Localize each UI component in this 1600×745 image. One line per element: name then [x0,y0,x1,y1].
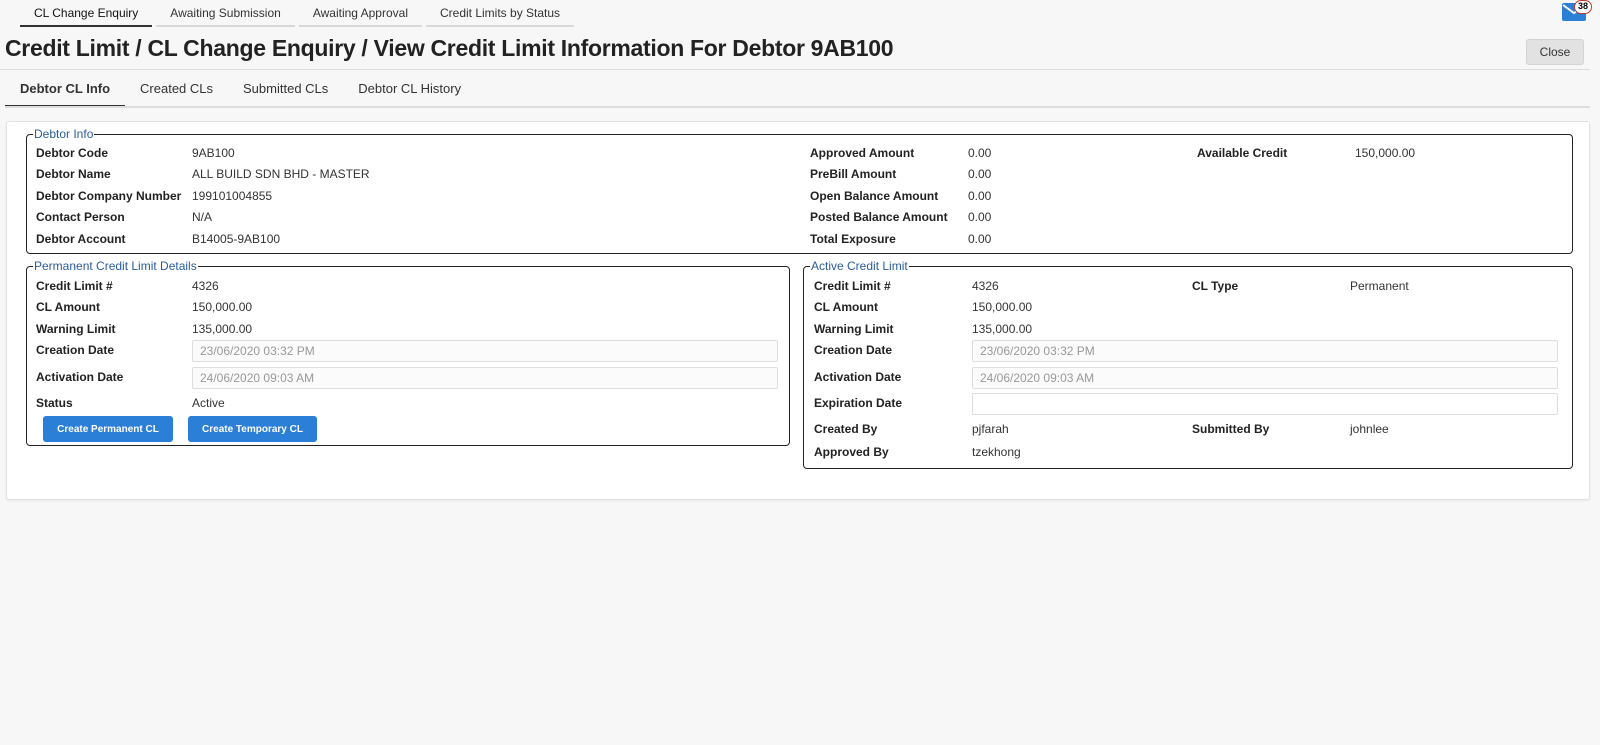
active-warning-limit-label: Warning Limit [814,322,894,336]
active-cl-type-value: Permanent [1350,279,1409,293]
active-submitted-by-value: johnlee [1350,422,1389,436]
permanent-cl-legend: Permanent Credit Limit Details [34,259,197,273]
tab-created-cls[interactable]: Created CLs [125,75,228,107]
contact-person-label: Contact Person [36,210,125,224]
perm-creation-date-field: 23/06/2020 03:32 PM [192,340,778,362]
tab-cl-change-enquiry[interactable]: CL Change Enquiry [20,2,153,27]
tab-awaiting-approval[interactable]: Awaiting Approval [298,2,422,27]
perm-credit-limit-no-label: Credit Limit # [36,279,113,293]
debtor-account-value: B14005-9AB100 [192,232,281,246]
perm-activation-date-label: Activation Date [36,370,124,384]
sub-tab-divider [5,106,1590,108]
tab-submitted-cls[interactable]: Submitted CLs [228,75,343,107]
tab-awaiting-submission[interactable]: Awaiting Submission [156,2,295,27]
active-cl-amount-value: 150,000.00 [972,300,1033,314]
debtor-info-legend: Debtor Info [34,127,94,141]
perm-status-value: Active [192,396,225,410]
prebill-amount-value: 0.00 [968,167,992,181]
create-permanent-cl-button[interactable]: Create Permanent CL [43,416,173,442]
company-number-label: Debtor Company Number [36,189,182,203]
create-temporary-cl-button[interactable]: Create Temporary CL [188,416,317,442]
available-credit-value: 150,000.00 [1355,146,1416,160]
active-activation-date-label: Activation Date [814,370,902,384]
perm-creation-date-label: Creation Date [36,343,115,357]
active-credit-limit-no-value: 4326 [972,279,999,293]
active-submitted-by-label: Submitted By [1192,422,1270,436]
active-created-by-value: pjfarah [972,422,1009,436]
perm-status-label: Status [36,396,73,410]
active-approved-by-label: Approved By [814,445,889,459]
close-button[interactable]: Close [1526,39,1584,65]
debtor-code-label: Debtor Code [36,146,108,160]
perm-cl-amount-value: 150,000.00 [192,300,253,314]
debtor-account-label: Debtor Account [36,232,126,246]
perm-warning-limit-value: 135,000.00 [192,322,253,336]
perm-activation-date-field: 24/06/2020 09:03 AM [192,367,778,389]
active-warning-limit-value: 135,000.00 [972,322,1033,336]
debtor-code-value: 9AB100 [192,146,235,160]
tab-credit-limits-by-status[interactable]: Credit Limits by Status [426,2,575,27]
perm-warning-limit-label: Warning Limit [36,322,116,336]
sub-tab-bar: Debtor CL Info Created CLs Submitted CLs… [5,75,476,107]
active-approved-by-value: tzekhong [972,445,1021,459]
approved-amount-label: Approved Amount [810,146,915,160]
perm-credit-limit-no-value: 4326 [192,279,219,293]
perm-cl-amount-label: CL Amount [36,300,100,314]
page-title: Credit Limit / CL Change Enquiry / View … [5,35,894,61]
title-divider [0,69,1590,70]
active-expiration-date-label: Expiration Date [814,396,903,410]
debtor-name-value: ALL BUILD SDN BHD - MASTER [192,167,370,181]
posted-balance-value: 0.00 [968,210,992,224]
active-activation-date-field: 24/06/2020 09:03 AM [972,367,1558,389]
tab-debtor-cl-history[interactable]: Debtor CL History [343,75,476,107]
active-creation-date-label: Creation Date [814,343,893,357]
contact-person-value: N/A [192,210,213,224]
active-cl-legend: Active Credit Limit [811,259,908,273]
active-cl-section: Active Credit Limit [803,259,1573,469]
total-exposure-label: Total Exposure [810,232,896,246]
total-exposure-value: 0.00 [968,232,992,246]
debtor-name-label: Debtor Name [36,167,111,181]
approved-amount-value: 0.00 [968,146,992,160]
open-balance-label: Open Balance Amount [810,189,939,203]
top-tab-bar: CL Change Enquiry Awaiting Submission Aw… [20,2,578,27]
active-credit-limit-no-label: Credit Limit # [814,279,891,293]
active-created-by-label: Created By [814,422,878,436]
active-expiration-date-field [972,393,1558,415]
tab-debtor-cl-info[interactable]: Debtor CL Info [5,75,126,107]
active-cl-amount-label: CL Amount [814,300,878,314]
open-balance-value: 0.00 [968,189,992,203]
active-cl-type-label: CL Type [1192,279,1239,293]
notification-badge: 38 [1574,0,1592,14]
prebill-amount-label: PreBill Amount [810,167,897,181]
available-credit-label: Available Credit [1197,146,1288,160]
active-creation-date-field: 23/06/2020 03:32 PM [972,340,1558,362]
content-panel: Debtor Info Debtor Code 9AB100 Debtor Na… [6,121,1590,500]
company-number-value: 199101004855 [192,189,273,203]
posted-balance-label: Posted Balance Amount [810,210,948,224]
